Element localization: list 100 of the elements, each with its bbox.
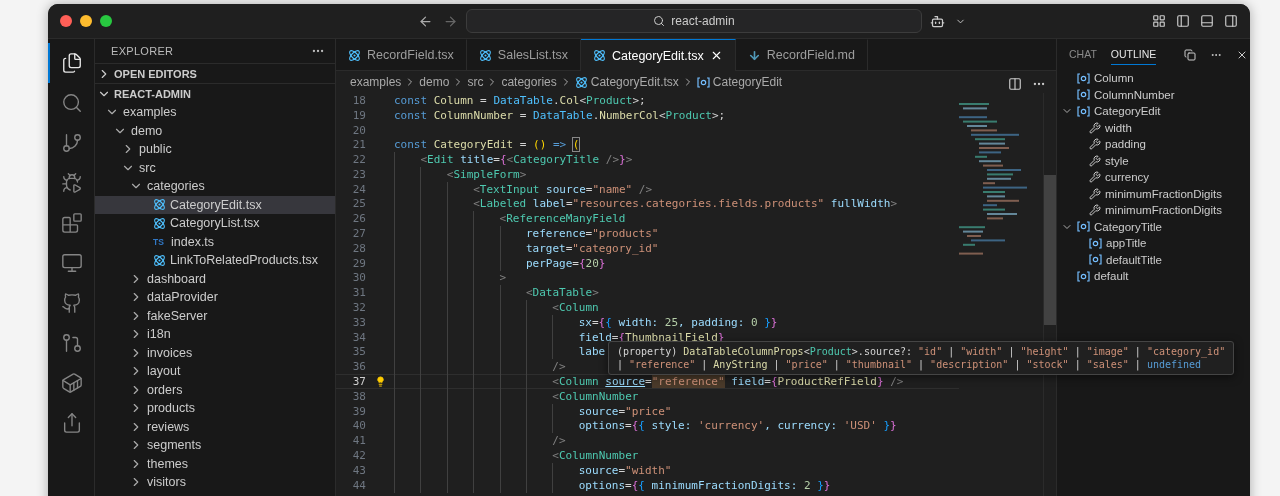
breadcrumb-item[interactable]: demo — [419, 75, 450, 89]
breadcrumb-item[interactable]: CategoryEdit.tsx — [574, 75, 679, 89]
forward-arrow-icon[interactable] — [443, 13, 458, 29]
breadcrumb-item[interactable]: categories — [501, 75, 557, 89]
wrench-icon — [1089, 121, 1101, 134]
line-number: 36 — [351, 360, 366, 374]
code-line: <Labeled label="resources.categories.fields.products" fullWidth> — [473, 197, 898, 211]
line-number: 28 — [351, 241, 366, 255]
file-item[interactable]: CategoryEdit.tsx — [95, 195, 335, 214]
search-icon — [61, 92, 83, 114]
panel-tab[interactable]: OUTLINE — [1110, 44, 1157, 65]
bot-icon[interactable] — [930, 13, 945, 29]
breadcrumb-item[interactable]: CategoryEdit — [696, 75, 783, 89]
folder-item[interactable]: segments — [95, 436, 335, 455]
outline-item[interactable]: width — [1057, 119, 1250, 136]
layout-icon[interactable] — [1152, 14, 1166, 28]
panel-right-icon[interactable] — [1224, 14, 1238, 28]
variable-icon — [1077, 105, 1090, 117]
atom-icon — [348, 48, 361, 62]
lightbulb-icon[interactable] — [374, 376, 386, 388]
code-line: target="category_id" — [525, 241, 659, 255]
folder-item[interactable]: reviews — [95, 417, 335, 436]
folder-item[interactable]: themes — [95, 454, 335, 473]
folder-item[interactable]: public — [95, 140, 335, 159]
variable-icon — [1077, 221, 1090, 233]
github-icon — [61, 292, 83, 314]
outline-item[interactable]: style — [1057, 152, 1250, 169]
line-number: 38 — [351, 389, 366, 403]
code-line: /> — [552, 434, 566, 448]
split-editor-icon[interactable] — [1008, 77, 1022, 91]
folder-item[interactable]: categories — [95, 177, 335, 196]
panel-tab[interactable]: CHAT — [1069, 44, 1097, 65]
code-line: labe — [578, 345, 606, 359]
atom-icon — [574, 75, 588, 89]
minimize-window-icon[interactable] — [80, 15, 92, 27]
code-line: <ColumnNumber — [552, 449, 639, 463]
folder-item[interactable]: demo — [95, 121, 335, 140]
folder-item[interactable]: products — [95, 399, 335, 418]
code-line: const CategoryEdit = () => ( — [394, 138, 580, 152]
folder-item[interactable]: examples — [95, 103, 335, 122]
folder-item[interactable]: visitors — [95, 473, 335, 492]
section-header[interactable]: REACT-ADMIN — [95, 83, 335, 103]
outline-item[interactable]: appTitle — [1057, 235, 1250, 252]
zoom-window-icon[interactable] — [100, 15, 112, 27]
stacked-squares-icon[interactable] — [1184, 48, 1197, 61]
line-number: 35 — [351, 345, 366, 359]
folder-item[interactable]: dataProvider — [95, 288, 335, 307]
panel-left-icon[interactable] — [1176, 14, 1190, 28]
folder-item[interactable]: src — [95, 158, 335, 177]
code-line: <Column source="reference" field={ProductRefField} /> — [552, 375, 904, 389]
line-number: 24 — [351, 182, 366, 196]
line-number: 18 — [351, 93, 366, 107]
folder-item[interactable]: i18n — [95, 325, 335, 344]
code-line: options={{ style: 'currency', currency: 'USD' }} — [578, 419, 897, 433]
outline-item[interactable]: default — [1057, 268, 1250, 285]
share-icon — [61, 412, 83, 434]
file-item[interactable]: TS index.ts — [95, 232, 335, 251]
wrench-icon — [1089, 154, 1101, 167]
panel-bottom-icon[interactable] — [1200, 14, 1214, 28]
line-number: 37 — [351, 375, 366, 389]
wrench-icon — [1089, 138, 1101, 151]
outline-item[interactable]: ColumnNumber — [1057, 86, 1250, 103]
folder-item[interactable]: orders — [95, 380, 335, 399]
folder-item[interactable]: fakeServer — [95, 306, 335, 325]
line-number: 21 — [351, 138, 366, 152]
breadcrumb-item[interactable]: examples — [350, 75, 402, 89]
search-field[interactable]: react-admin — [466, 9, 922, 33]
outline-item[interactable]: minimumFractionDigits — [1057, 202, 1250, 219]
code-line: perPage={20} — [525, 256, 606, 270]
variable-icon — [1089, 237, 1102, 249]
editor-tab[interactable]: CategoryEdit.tsx — [581, 39, 736, 71]
section-header[interactable]: OPEN EDITORS — [95, 63, 335, 83]
file-item[interactable]: LinkToRelatedProducts.tsx — [95, 251, 335, 270]
outline-item[interactable]: defaultTitle — [1057, 251, 1250, 268]
outline-item[interactable]: minimumFractionDigits — [1057, 185, 1250, 202]
outline-item[interactable]: Column — [1057, 70, 1250, 87]
code-line: <Edit title={<CategoryTitle />}> — [420, 153, 633, 167]
folder-item[interactable]: invoices — [95, 343, 335, 362]
code-line: sx={{ width: 25, padding: 0 }} — [578, 315, 778, 329]
close-window-icon[interactable] — [60, 15, 72, 27]
code-line: /> — [552, 360, 566, 374]
breadcrumb-item[interactable]: src — [467, 75, 484, 89]
code-line: <Column — [552, 301, 599, 315]
file-item[interactable]: CategoryList.tsx — [95, 214, 335, 233]
folder-item[interactable]: dashboard — [95, 269, 335, 288]
line-number: 20 — [351, 123, 366, 137]
files-icon — [61, 52, 83, 74]
atom-icon — [153, 216, 166, 230]
scrollbar-thumb[interactable] — [1044, 175, 1056, 325]
line-number: 39 — [351, 404, 366, 418]
outline-item[interactable]: CategoryEdit — [1057, 103, 1250, 120]
folder-item[interactable]: layout — [95, 362, 335, 381]
outline-item[interactable]: padding — [1057, 136, 1250, 153]
line-number: 25 — [351, 197, 366, 211]
outline-item[interactable]: CategoryTitle — [1057, 218, 1250, 235]
atom-icon — [153, 253, 166, 267]
tooltip-line: (property) DataTableColumnProps<Product>.source?: "id" | "width" | "height" | "image" | "category_id" — [617, 344, 1226, 358]
atom-icon — [153, 198, 166, 212]
line-number: 19 — [351, 108, 366, 122]
outline-item[interactable]: currency — [1057, 169, 1250, 186]
